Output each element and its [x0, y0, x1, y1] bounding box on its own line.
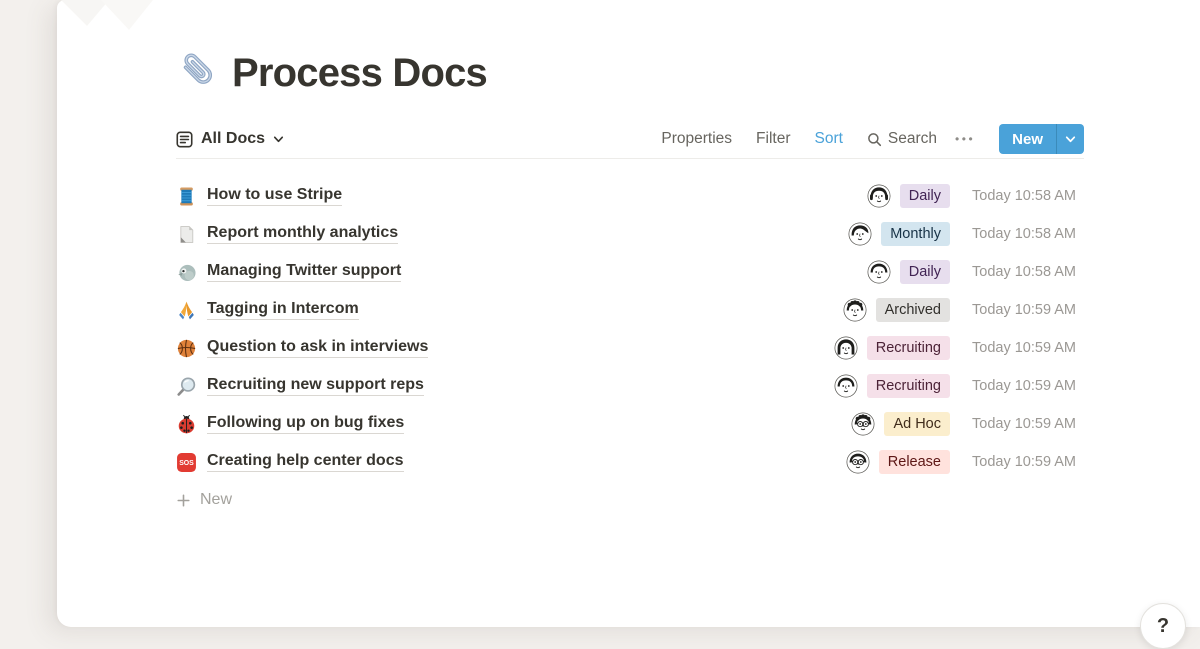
paperclip-icon	[176, 50, 222, 96]
view-name: All Docs	[201, 130, 265, 148]
doc-link[interactable]: Tagging in Intercom	[176, 300, 843, 321]
table-row: How to use Stripe Daily Today 10:58 AM	[176, 177, 1084, 215]
list-view-icon	[176, 131, 193, 148]
edited-timestamp: Today 10:58 AM	[972, 264, 1084, 280]
doc-link[interactable]: Recruiting new support reps	[176, 376, 834, 397]
chevron-down-icon	[1065, 134, 1076, 145]
row-properties: Archived Today 10:59 AM	[843, 298, 1084, 322]
view-switcher[interactable]: All Docs	[176, 130, 284, 148]
status-badge: Archived	[876, 298, 950, 322]
ladybug-icon	[176, 414, 197, 435]
row-properties: Ad Hoc Today 10:59 AM	[851, 412, 1084, 436]
doc-title: Tagging in Intercom	[207, 300, 359, 320]
database-toolbar: All Docs Properties Filter Sort Search •…	[176, 120, 1084, 159]
edited-timestamp: Today 10:58 AM	[972, 226, 1084, 242]
bird-icon	[176, 262, 197, 283]
edited-timestamp: Today 10:58 AM	[972, 188, 1084, 204]
row-properties: Daily Today 10:58 AM	[867, 184, 1084, 208]
doc-link[interactable]: Following up on bug fixes	[176, 414, 851, 435]
new-button-group: New	[999, 124, 1084, 154]
doc-link[interactable]: SOS Creating help center docs	[176, 452, 846, 473]
new-button-dropdown[interactable]	[1056, 124, 1084, 154]
basketball-icon	[176, 338, 197, 359]
doc-title: How to use Stripe	[207, 186, 342, 206]
doc-list: How to use Stripe Daily Today 10:58 AM R…	[176, 159, 1084, 481]
person-and-tag: Recruiting	[834, 374, 950, 398]
doc-title: Managing Twitter support	[207, 262, 401, 282]
avatar	[851, 412, 875, 436]
person-and-tag: Daily	[867, 184, 950, 208]
table-row: Report monthly analytics Monthly Today 1…	[176, 215, 1084, 253]
doc-title: Recruiting new support reps	[207, 376, 424, 396]
folded-hands-icon	[176, 300, 197, 321]
status-badge: Release	[879, 450, 950, 474]
row-properties: Release Today 10:59 AM	[846, 450, 1084, 474]
status-badge: Daily	[900, 184, 950, 208]
status-badge: Recruiting	[867, 374, 950, 398]
notion-page: Process Docs All Docs Properties Filter …	[57, 0, 1200, 627]
doc-link[interactable]: Question to ask in interviews	[176, 338, 834, 359]
doc-link[interactable]: Report monthly analytics	[176, 224, 848, 245]
row-properties: Recruiting Today 10:59 AM	[834, 336, 1084, 360]
thread-spool-icon	[176, 186, 197, 207]
avatar	[846, 450, 870, 474]
avatar	[867, 260, 891, 284]
sort-button[interactable]: Sort	[814, 130, 842, 148]
person-and-tag: Recruiting	[834, 336, 950, 360]
doc-link[interactable]: How to use Stripe	[176, 186, 867, 207]
page-curl-icon	[176, 224, 197, 245]
avatar	[834, 336, 858, 360]
table-row: Managing Twitter support Daily Today 10:…	[176, 253, 1084, 291]
status-badge: Ad Hoc	[884, 412, 950, 436]
person-and-tag: Monthly	[848, 222, 950, 246]
table-row: Tagging in Intercom Archived Today 10:59…	[176, 291, 1084, 329]
row-properties: Monthly Today 10:58 AM	[848, 222, 1084, 246]
help-button[interactable]: ?	[1140, 603, 1186, 649]
properties-button[interactable]: Properties	[661, 130, 732, 148]
page-title: Process Docs	[232, 51, 487, 96]
row-properties: Recruiting Today 10:59 AM	[834, 374, 1084, 398]
person-and-tag: Archived	[843, 298, 950, 322]
doc-link[interactable]: Managing Twitter support	[176, 262, 867, 283]
doc-title: Report monthly analytics	[207, 224, 398, 244]
table-row: SOS Creating help center docs Release To…	[176, 443, 1084, 481]
more-options-button[interactable]: •••	[955, 132, 975, 146]
sos-icon: SOS	[176, 452, 197, 473]
table-row: Question to ask in interviews Recruiting…	[176, 329, 1084, 367]
status-badge: Recruiting	[867, 336, 950, 360]
edited-timestamp: Today 10:59 AM	[972, 302, 1084, 318]
edited-timestamp: Today 10:59 AM	[972, 454, 1084, 470]
add-new-row[interactable]: New	[176, 481, 1084, 519]
new-button[interactable]: New	[999, 124, 1056, 154]
search-label: Search	[888, 130, 937, 148]
avatar	[848, 222, 872, 246]
doc-title: Creating help center docs	[207, 452, 404, 472]
search-icon	[867, 132, 882, 147]
filter-button[interactable]: Filter	[756, 130, 790, 148]
status-badge: Monthly	[881, 222, 950, 246]
avatar	[834, 374, 858, 398]
page-header: Process Docs	[176, 44, 1084, 102]
person-and-tag: Daily	[867, 260, 950, 284]
avatar	[867, 184, 891, 208]
search-button[interactable]: Search	[867, 130, 937, 148]
edited-timestamp: Today 10:59 AM	[972, 416, 1084, 432]
plus-icon	[176, 493, 191, 508]
person-and-tag: Ad Hoc	[851, 412, 950, 436]
svg-text:SOS: SOS	[179, 460, 194, 467]
status-badge: Daily	[900, 260, 950, 284]
doc-title: Following up on bug fixes	[207, 414, 404, 434]
table-row: Following up on bug fixes Ad Hoc Today 1…	[176, 405, 1084, 443]
chevron-down-icon	[273, 134, 284, 145]
row-properties: Daily Today 10:58 AM	[867, 260, 1084, 284]
avatar	[843, 298, 867, 322]
table-row: Recruiting new support reps Recruiting T…	[176, 367, 1084, 405]
person-and-tag: Release	[846, 450, 950, 474]
edited-timestamp: Today 10:59 AM	[972, 378, 1084, 394]
doc-title: Question to ask in interviews	[207, 338, 428, 358]
add-new-label: New	[200, 491, 232, 509]
toolbar-actions: Properties Filter Sort Search ••• New	[661, 124, 1084, 154]
edited-timestamp: Today 10:59 AM	[972, 340, 1084, 356]
magnifier-icon	[176, 376, 197, 397]
